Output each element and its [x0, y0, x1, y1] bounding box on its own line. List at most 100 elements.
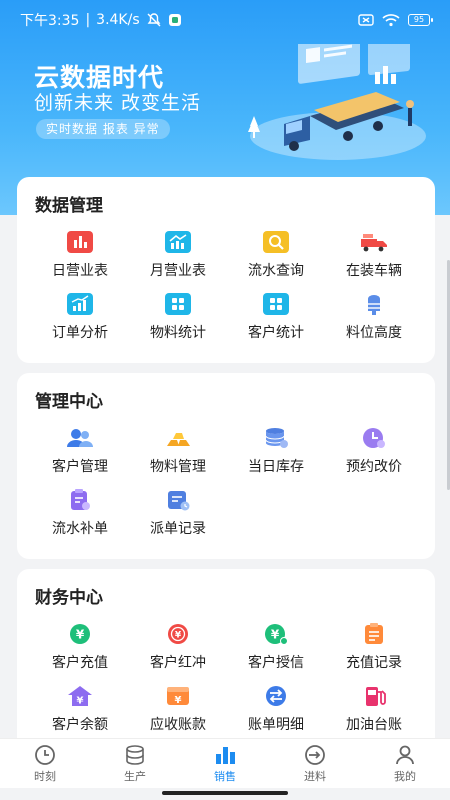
svg-text:¥: ¥ — [77, 696, 84, 707]
menu-item-bill-details[interactable]: 账单明细 — [227, 683, 325, 734]
menu-item-label: 应收账款 — [150, 717, 206, 733]
menu-item-label: 客户充值 — [52, 655, 108, 671]
truck-illustration — [248, 44, 426, 160]
menu-item-daily-inventory[interactable]: 当日库存 — [227, 425, 325, 476]
user-tab-icon — [396, 745, 414, 765]
grid-icon — [163, 291, 193, 317]
tab-label: 时刻 — [34, 770, 56, 783]
menu-item-label: 物料管理 — [150, 459, 206, 475]
bottom-tab-bar: 时刻 生产 销售 进料 我的 — [0, 738, 450, 788]
menu-item-label: 料位高度 — [346, 325, 402, 341]
menu-item-daily-report[interactable]: 日营业表 — [31, 229, 129, 280]
svg-text:¥: ¥ — [175, 631, 182, 641]
menu-item-material-management[interactable]: 物料管理 — [129, 425, 227, 476]
menu-item-label: 账单明细 — [248, 717, 304, 733]
status-bar: 下午3:35 | 3.4K/s 95 — [0, 0, 450, 40]
import-tab-icon — [305, 745, 325, 765]
menu-item-label: 订单分析 — [52, 325, 108, 341]
menu-item-label: 加油台账 — [346, 717, 402, 733]
fuel-icon — [359, 683, 389, 709]
clock-icon — [359, 425, 389, 451]
menu-item-customer-reverse[interactable]: ¥ 客户红冲 — [129, 621, 227, 672]
section-title: 数据管理 — [35, 196, 103, 216]
tab-production[interactable]: 生产 — [90, 739, 180, 788]
home-indicator[interactable] — [162, 791, 288, 795]
section-title: 管理中心 — [35, 392, 103, 412]
menu-item-fuel-ledger[interactable]: 加油台账 — [325, 683, 423, 734]
tab-incoming[interactable]: 进料 — [270, 739, 360, 788]
menu-item-label: 客户管理 — [52, 459, 108, 475]
menu-item-flow-query[interactable]: 流水查询 — [227, 229, 325, 280]
menu-item-label: 客户红冲 — [150, 655, 206, 671]
status-time: 下午3:35 — [20, 13, 80, 29]
tab-label: 销售 — [214, 770, 236, 783]
customer-grid-icon — [261, 291, 291, 317]
menu-item-label: 在装车辆 — [346, 263, 402, 279]
section-data-management: 数据管理 日营业表 月营业表 流水查询 在装车辆 订单分析 物料统计 客户统计 … — [17, 177, 435, 363]
tab-sales[interactable]: 销售 — [180, 739, 270, 788]
battery-icon: 95 — [408, 14, 433, 26]
menu-item-customer-credit[interactable]: ¥ 客户授信 — [227, 621, 325, 672]
menu-item-silo-height[interactable]: 料位高度 — [325, 291, 423, 342]
tab-mine[interactable]: 我的 — [360, 739, 450, 788]
order-analysis-icon — [65, 291, 95, 317]
tab-label: 进料 — [304, 770, 326, 783]
menu-item-label: 预约改价 — [346, 459, 402, 475]
svg-text:¥: ¥ — [76, 628, 85, 642]
network-speed: 3.4K/s — [96, 12, 140, 28]
trend-chart-icon — [163, 229, 193, 255]
banner-subtitle: 创新未来 改变生活 — [34, 92, 202, 114]
database-icon — [261, 425, 291, 451]
clipboard-add-icon — [65, 487, 95, 513]
menu-item-material-stats[interactable]: 物料统计 — [129, 291, 227, 342]
search-icon — [261, 229, 291, 255]
menu-item-label: 日营业表 — [52, 263, 108, 279]
menu-item-label: 流水补单 — [52, 521, 108, 537]
sim-icon — [358, 13, 374, 27]
gold-bars-icon — [163, 425, 193, 451]
tab-label: 生产 — [124, 770, 146, 783]
menu-item-customer-recharge[interactable]: ¥ 客户充值 — [31, 621, 129, 672]
silo-icon — [359, 291, 389, 317]
menu-item-customer-management[interactable]: 客户管理 — [31, 425, 129, 476]
menu-item-label: 客户余额 — [52, 717, 108, 733]
section-management-center: 管理中心 客户管理 物料管理 当日库存 预约改价 流水补单 派单记录 — [17, 373, 435, 559]
menu-item-label: 充值记录 — [346, 655, 402, 671]
receivable-icon: ¥ — [163, 683, 193, 709]
exchange-icon — [261, 683, 291, 709]
menu-item-loading-vehicles[interactable]: 在装车辆 — [325, 229, 423, 280]
dispatch-record-icon — [163, 487, 193, 513]
menu-item-label: 月营业表 — [150, 263, 206, 279]
tab-label: 我的 — [394, 770, 416, 783]
database-tab-icon — [126, 745, 144, 765]
menu-item-recharge-record[interactable]: 充值记录 — [325, 621, 423, 672]
menu-item-label: 流水查询 — [248, 263, 304, 279]
wifi-icon — [382, 13, 400, 27]
truck-icon — [359, 229, 389, 255]
recharge-record-icon — [359, 621, 389, 647]
menu-item-order-analysis[interactable]: 订单分析 — [31, 291, 129, 342]
mute-icon — [146, 12, 162, 28]
bar-chart-tab-icon — [216, 747, 235, 764]
clock-tab-icon — [35, 745, 55, 765]
menu-item-flow-supplement[interactable]: 流水补单 — [31, 487, 129, 538]
menu-item-customer-stats[interactable]: 客户统计 — [227, 291, 325, 342]
svg-text:¥: ¥ — [271, 628, 280, 642]
menu-item-reservation-price[interactable]: 预约改价 — [325, 425, 423, 476]
users-icon — [65, 425, 95, 451]
yuan-house-icon: ¥ — [65, 683, 95, 709]
status-divider: | — [85, 12, 91, 28]
section-finance-center: 财务中心 ¥ 客户充值 ¥ 客户红冲 ¥ 客户授信 充值记录 ¥ 客户余额 ¥ … — [17, 569, 435, 759]
menu-item-label: 当日库存 — [248, 459, 304, 475]
menu-item-customer-balance[interactable]: ¥ 客户余额 — [31, 683, 129, 734]
menu-item-receivables[interactable]: ¥ 应收账款 — [129, 683, 227, 734]
menu-item-label: 客户统计 — [248, 325, 304, 341]
menu-item-monthly-report[interactable]: 月营业表 — [129, 229, 227, 280]
yuan-reverse-icon: ¥ — [163, 621, 193, 647]
app-notification-icon — [168, 13, 182, 27]
menu-item-label: 物料统计 — [150, 325, 206, 341]
yuan-recharge-icon: ¥ — [65, 621, 95, 647]
section-title: 财务中心 — [35, 588, 103, 608]
menu-item-dispatch-record[interactable]: 派单记录 — [129, 487, 227, 538]
tab-moment[interactable]: 时刻 — [0, 739, 90, 788]
